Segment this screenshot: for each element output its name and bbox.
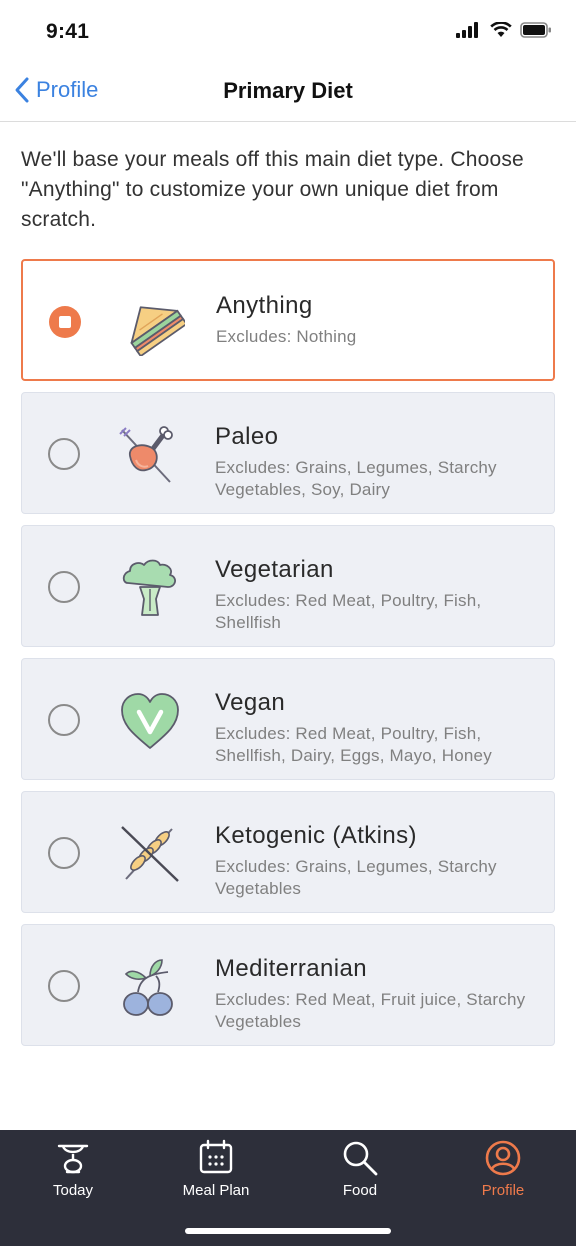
tab-label: Today [52,1182,94,1199]
diet-name: Ketogenic (Atkins) [215,822,417,849]
diet-excludes: Excludes: Grains, Legumes, Starchy Veget… [215,857,497,898]
olives-icon [123,959,173,1016]
tab-label: Profile [481,1182,525,1199]
profile-icon [485,1140,521,1176]
radio-button[interactable] [49,306,81,338]
tab-bar: Today Meal Plan Food Profile [0,1130,576,1246]
diet-excludes: Excludes: Red Meat, Poultry, Fish, Shell… [215,724,492,765]
intro-text: We'll base your meals off this main diet… [21,148,524,231]
diet-excludes: Excludes: Grains, Legumes, Starchy Veget… [215,458,497,499]
broccoli-icon [122,559,176,616]
diet-name: Anything [216,292,313,319]
calendar-icon [199,1139,233,1174]
drumstick-icon [119,426,173,483]
tab-today[interactable]: Today [13,1138,133,1199]
diet-excludes: Excludes: Red Meat, Fruit juice, Starchy… [215,990,526,1031]
nav-bar: Profile Primary Diet [0,64,576,122]
radio-button[interactable] [48,970,80,1002]
vegan-heart-icon [121,693,179,749]
wifi-icon [490,22,512,37]
tab-label: Meal Plan [182,1182,250,1199]
status-bar: 9:41 [0,0,576,64]
radio-button[interactable] [48,438,80,470]
diet-option-ketogenic[interactable]: Ketogenic (Atkins) Excludes: Grains, Leg… [21,791,555,913]
diet-excludes: Excludes: Nothing [216,327,357,346]
diet-option-paleo[interactable]: Paleo Excludes: Grains, Legumes, Starchy… [21,392,555,514]
tab-meal-plan[interactable]: Meal Plan [156,1138,276,1199]
diet-option-vegan[interactable]: Vegan Excludes: Red Meat, Poultry, Fish,… [21,658,555,780]
tab-profile[interactable]: Profile [443,1138,563,1199]
radio-button[interactable] [48,837,80,869]
diet-name: Mediterranian [215,955,367,982]
tab-food[interactable]: Food [300,1138,420,1199]
battery-icon [520,22,551,38]
diet-option-mediterranian[interactable]: Mediterranian Excludes: Red Meat, Fruit … [21,924,555,1046]
radio-button[interactable] [48,704,80,736]
diet-option-anything[interactable]: Anything Excludes: Nothing [21,259,555,381]
radio-button[interactable] [48,571,80,603]
diet-option-vegetarian[interactable]: Vegetarian Excludes: Red Meat, Poultry, … [21,525,555,647]
page-title: Primary Diet [223,78,353,103]
signal-icon [456,22,478,38]
diet-name: Vegan [215,689,286,716]
diet-list: Anything Excludes: Nothing Paleo Exclude… [21,259,555,1057]
scale-icon [57,1144,89,1174]
diet-name: Paleo [215,423,279,450]
diet-excludes: Excludes: Red Meat, Poultry, Fish, Shell… [215,591,482,632]
no-grain-icon [121,826,179,882]
diet-name: Vegetarian [215,556,334,583]
sandwich-icon [130,306,185,356]
search-icon [343,1141,378,1176]
tab-label: Food [342,1182,378,1199]
status-time: 9:41 [46,20,90,43]
status-icons [456,22,552,38]
home-indicator [185,1228,391,1234]
